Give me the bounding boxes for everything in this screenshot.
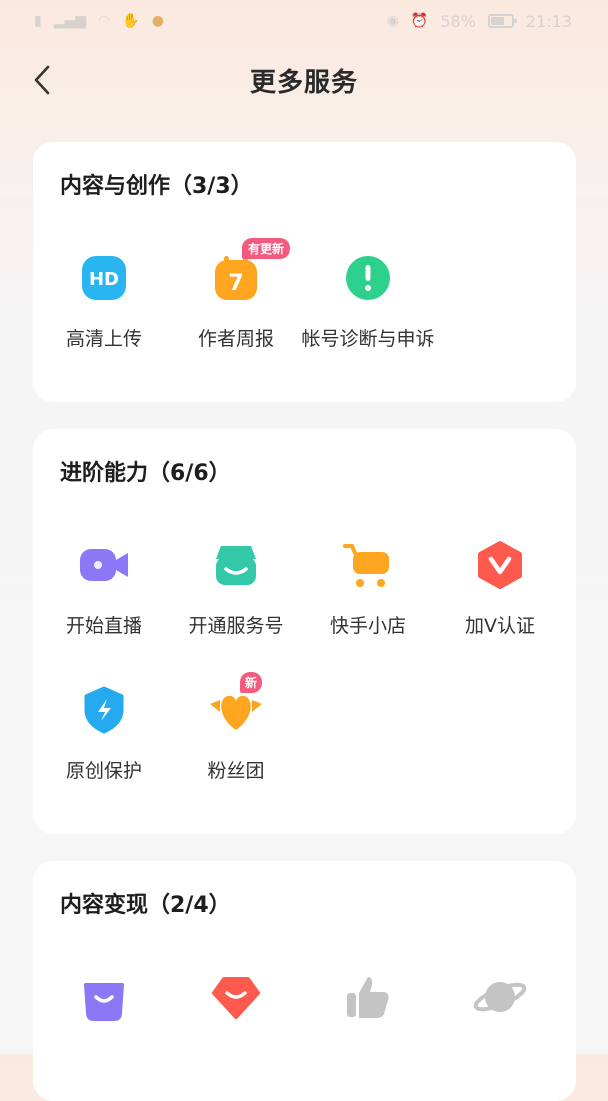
service-kwai-shop[interactable]: 快手小店: [303, 537, 433, 638]
heart-icon: [210, 695, 262, 730]
service-v-verification[interactable]: 加V认证: [435, 537, 565, 638]
service-start-live[interactable]: 开始直播: [39, 537, 169, 638]
new-badge: 新: [240, 672, 263, 693]
battery-percent: 58%: [440, 11, 476, 31]
battery-icon: [487, 14, 517, 28]
hd-icon: HD: [82, 256, 126, 300]
eye-icon: ◉: [386, 13, 399, 29]
sim-icon: ▮: [34, 13, 42, 29]
service-label: 原创保护: [65, 760, 142, 782]
section-title: 内容变现（2/4）: [60, 893, 231, 918]
app-notification-icon: ●: [151, 13, 164, 29]
exclamation-icon: [346, 256, 390, 300]
service-label: 加V认证: [465, 615, 535, 637]
header: 更多服务: [0, 48, 608, 112]
shopping-bag-icon: [84, 983, 124, 1021]
service-hd-upload[interactable]: HD 高清上传: [39, 250, 169, 351]
store-icon: [216, 546, 256, 585]
service-label: 开通服务号: [188, 615, 284, 637]
wifi-icon: ◠: [98, 13, 111, 29]
cart-icon: [343, 544, 389, 587]
update-badge: 有更新: [242, 238, 291, 259]
svg-text:7: 7: [228, 271, 243, 296]
service-label: 快手小店: [329, 615, 406, 637]
service-original-protection[interactable]: 原创保护: [39, 682, 169, 783]
service-author-weekly[interactable]: 7 有更新 作者周报: [171, 238, 301, 351]
service-monetization-1[interactable]: [39, 969, 169, 1043]
service-label: 开始直播: [65, 615, 142, 637]
status-right-icons: ◉ ⏰ 58% 21:13: [387, 12, 572, 31]
service-label: 高清上传: [65, 328, 142, 350]
service-open-service-account[interactable]: 开通服务号: [171, 537, 301, 638]
status-left-icons: ▮ ▂▄▆ ◠ ✋ ●: [34, 14, 164, 28]
section-title: 内容与创作（3/3）: [60, 174, 253, 199]
status-bar: ▮ ▂▄▆ ◠ ✋ ● ◉ ⏰ 58% 21:13: [0, 0, 608, 42]
section-content-monetization: 内容变现（2/4）: [33, 861, 576, 1101]
signal-icon: ▂▄▆: [53, 13, 87, 29]
service-label: 作者周报: [197, 328, 274, 350]
weekly-report-icon: 7: [215, 256, 257, 300]
shield-icon: [84, 686, 124, 734]
smile-badge-icon: [212, 977, 260, 1019]
v-badge-icon: [478, 541, 522, 589]
planet-icon: [473, 982, 527, 1012]
service-label: 帐号诊断与申诉: [301, 328, 435, 350]
section-title: 进阶能力（6/6）: [60, 461, 231, 486]
alarm-icon: ⏰: [410, 13, 429, 29]
section-advanced-abilities: 进阶能力（6/6） 开始直播 开通服务号 快手小店 加V认证 原创保护 新 粉丝…: [33, 429, 576, 834]
service-account-diagnosis[interactable]: 帐号诊断与申诉: [301, 250, 435, 351]
thumbs-up-icon: [347, 977, 389, 1018]
video-camera-icon: [80, 549, 128, 581]
service-monetization-3[interactable]: [303, 969, 433, 1043]
status-time: 21:13: [525, 11, 572, 31]
service-fan-club[interactable]: 新 粉丝团: [171, 672, 301, 783]
svg-text:HD: HD: [89, 269, 119, 290]
service-label: 粉丝团: [207, 760, 265, 782]
hand-icon: ✋: [122, 13, 140, 29]
service-monetization-4[interactable]: [435, 969, 565, 1043]
page-title: 更多服务: [249, 68, 358, 98]
section-content-creation: 内容与创作（3/3） HD 高清上传 7 有更新 作者周报 帐号诊断与申诉: [33, 142, 576, 402]
service-monetization-2[interactable]: [171, 969, 301, 1043]
